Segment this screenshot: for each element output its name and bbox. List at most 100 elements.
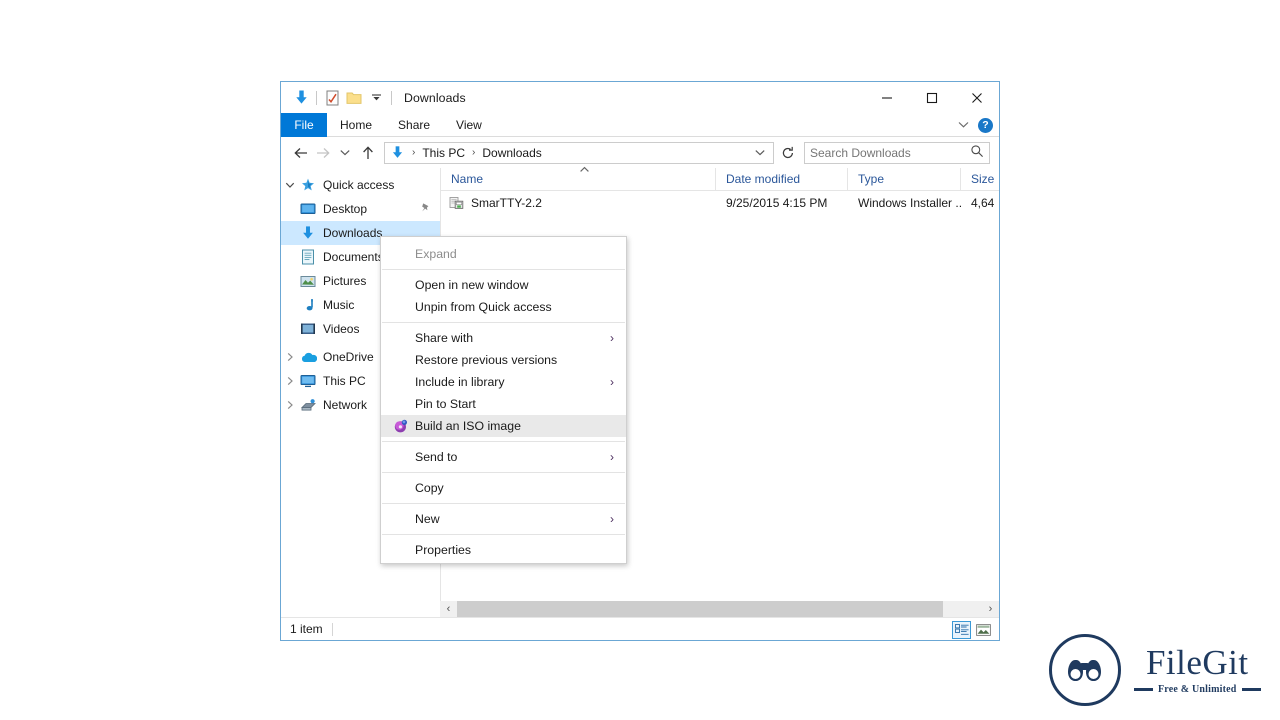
breadcrumb-separator-2[interactable]: › — [467, 147, 480, 158]
chevron-right-icon[interactable] — [281, 400, 298, 410]
recent-locations-chevron-icon[interactable] — [334, 141, 356, 165]
help-icon[interactable]: ? — [978, 117, 993, 133]
tagline-bar-right — [1241, 688, 1261, 691]
context-menu-item-copy[interactable]: Copy — [381, 477, 626, 499]
filegit-text-block: FileGit Free & Unlimited — [1134, 644, 1261, 695]
minimize-button[interactable] — [864, 82, 909, 113]
context-menu-label: Share with — [415, 331, 474, 345]
customize-qat-chevron-icon[interactable] — [365, 87, 387, 109]
address-bar[interactable]: › This PC › Downloads — [384, 141, 774, 164]
context-menu-item-share-with[interactable]: Share with › — [381, 327, 626, 349]
sidebar-label-this-pc: This PC — [323, 374, 366, 388]
window-title: Downloads — [404, 90, 466, 105]
context-menu-item-build-an-iso-image[interactable]: Build an ISO image — [381, 415, 626, 437]
new-folder-icon[interactable] — [343, 87, 365, 109]
status-bar: 1 item — [281, 617, 999, 640]
refresh-icon[interactable] — [777, 142, 799, 164]
file-date-cell: 9/25/2015 4:15 PM — [726, 195, 828, 210]
context-menu-separator — [382, 534, 625, 535]
context-menu: Expand Open in new window Unpin from Qui… — [380, 236, 627, 564]
context-menu-label: Send to — [415, 450, 458, 464]
context-menu-item-properties[interactable]: Properties — [381, 539, 626, 561]
context-menu-label: Properties — [415, 543, 472, 557]
this-pc-icon — [298, 374, 318, 388]
chevron-down-icon[interactable] — [281, 181, 298, 189]
onedrive-cloud-icon — [298, 351, 318, 364]
details-view-button[interactable] — [952, 620, 971, 639]
ribbon-tab-bar: File Home Share View ? — [281, 113, 999, 137]
sidebar-item-desktop[interactable]: Desktop — [281, 197, 440, 221]
horizontal-scrollbar[interactable]: ‹ › — [440, 601, 999, 617]
tab-view[interactable]: View — [443, 113, 495, 137]
videos-icon — [298, 322, 318, 336]
sort-ascending-icon — [579, 165, 590, 175]
screen: Downloads File Home Share View ? › This … — [0, 0, 1280, 720]
breadcrumb-downloads[interactable]: Downloads — [480, 146, 543, 160]
chevron-right-icon[interactable] — [281, 376, 298, 386]
sidebar-item-quick-access[interactable]: Quick access — [281, 173, 440, 197]
binoculars-icon — [1049, 634, 1121, 706]
context-menu-item-send-to[interactable]: Send to › — [381, 446, 626, 468]
close-button[interactable] — [954, 82, 999, 113]
sidebar-label-videos: Videos — [323, 322, 360, 336]
context-menu-item-expand: Expand — [381, 243, 626, 265]
downloads-folder-icon[interactable] — [290, 87, 312, 109]
music-note-icon — [298, 298, 318, 313]
column-header-date-modified[interactable]: Date modified — [716, 167, 848, 191]
tab-share[interactable]: Share — [385, 113, 443, 137]
context-menu-item-new[interactable]: New › — [381, 508, 626, 530]
context-menu-label: Build an ISO image — [415, 419, 521, 433]
maximize-button[interactable] — [909, 82, 954, 113]
column-headers: Name Date modified Type Size — [441, 165, 999, 191]
sidebar-label-onedrive: OneDrive — [323, 350, 374, 364]
star-pin-icon — [298, 177, 318, 193]
address-dropdown-chevron-icon[interactable] — [754, 146, 769, 160]
up-button[interactable] — [356, 141, 380, 165]
context-menu-separator — [382, 441, 625, 442]
sidebar-label-downloads: Downloads — [323, 226, 383, 240]
file-name-cell[interactable]: SmarTTY-2.2 — [441, 195, 716, 210]
context-menu-item-pin-to-start[interactable]: Pin to Start — [381, 393, 626, 415]
breadcrumb-this-pc[interactable]: This PC — [420, 146, 467, 160]
sidebar-label-music: Music — [323, 298, 355, 312]
tab-file[interactable]: File — [281, 113, 327, 137]
submenu-arrow-icon: › — [610, 331, 614, 345]
forward-button[interactable] — [312, 141, 334, 165]
qat-divider-1 — [316, 90, 317, 105]
context-menu-item-unpin-from-quick-access[interactable]: Unpin from Quick access — [381, 296, 626, 318]
ribbon-right-controls: ? — [957, 113, 993, 137]
search-placeholder: Search Downloads — [810, 145, 911, 160]
sidebar-label-documents: Documents — [323, 250, 384, 264]
context-menu-label: Open in new window — [415, 278, 529, 292]
context-menu-label: Include in library — [415, 375, 505, 389]
column-header-size[interactable]: Size — [961, 168, 1021, 191]
search-input[interactable]: Search Downloads — [804, 141, 990, 164]
qat-divider-2 — [391, 90, 392, 105]
large-icons-view-button[interactable] — [974, 621, 993, 639]
context-menu-item-include-in-library[interactable]: Include in library › — [381, 371, 626, 393]
expand-ribbon-chevron-icon[interactable] — [957, 116, 970, 134]
pin-icon[interactable] — [420, 202, 431, 216]
scroll-right-arrow-icon[interactable]: › — [982, 601, 999, 617]
chevron-right-icon[interactable] — [281, 352, 298, 362]
search-icon[interactable] — [970, 144, 984, 161]
file-size-cell: 4,64 — [971, 195, 995, 210]
file-type-cell: Windows Installer ... — [858, 195, 961, 210]
back-button[interactable] — [290, 141, 312, 165]
filegit-watermark: FileGit Free & Unlimited — [1049, 634, 1261, 706]
window-controls — [864, 82, 999, 113]
scroll-left-arrow-icon[interactable]: ‹ — [440, 601, 457, 617]
properties-icon[interactable] — [321, 87, 343, 109]
address-downloads-icon — [390, 145, 407, 160]
brand-tagline: Free & Unlimited — [1158, 683, 1237, 695]
tab-home[interactable]: Home — [327, 113, 385, 137]
table-row[interactable]: SmarTTY-2.2 9/25/2015 4:15 PM Windows In… — [441, 191, 999, 214]
column-header-type[interactable]: Type — [848, 167, 961, 191]
documents-icon — [298, 249, 318, 265]
scrollbar-track[interactable] — [457, 601, 982, 617]
context-menu-item-open-in-new-window[interactable]: Open in new window — [381, 274, 626, 296]
scrollbar-thumb[interactable] — [457, 601, 943, 617]
breadcrumb-separator-1[interactable]: › — [407, 147, 420, 158]
submenu-arrow-icon: › — [610, 375, 614, 389]
context-menu-item-restore-previous-versions[interactable]: Restore previous versions — [381, 349, 626, 371]
